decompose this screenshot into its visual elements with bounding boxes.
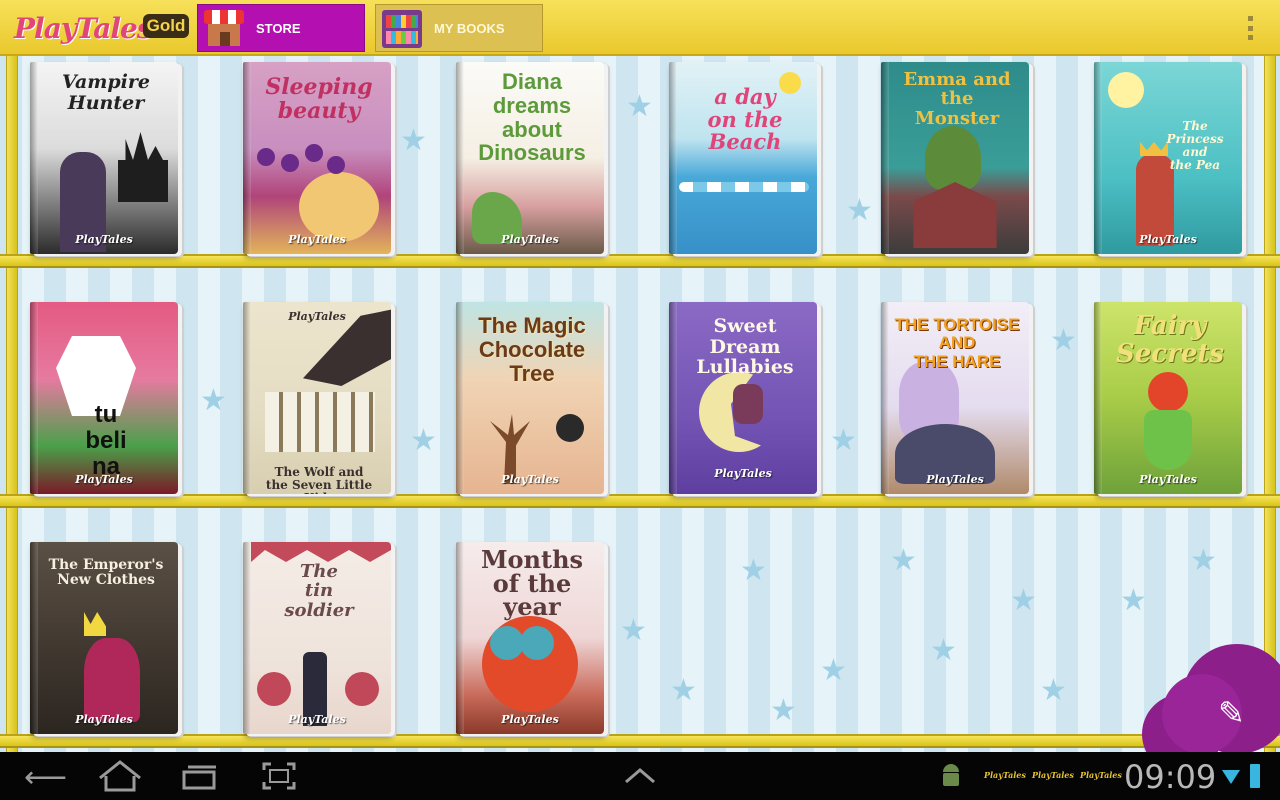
star-decoration: ★	[410, 424, 437, 457]
tab-my-books[interactable]: MY BOOKS	[375, 4, 543, 52]
book-sweet-dream-lullabies[interactable]: Sweet Dream Lullabies PlayTales	[669, 302, 817, 494]
overflow-menu-icon[interactable]	[1248, 16, 1254, 40]
shelf-plank	[0, 494, 1280, 508]
publisher-logo: PlayTales	[75, 233, 133, 246]
publisher-logo: PlayTales	[501, 233, 559, 246]
book-princess-pea[interactable]: The Princess and the Pea PlayTales	[1094, 62, 1242, 254]
publisher-logo: PlayTales	[288, 310, 346, 323]
book-title: The Princess and the Pea	[1166, 119, 1224, 172]
book-tortoise-hare[interactable]: THE TORTOISE AND THE HARE PlayTales	[881, 302, 1029, 494]
bookshelf: ★ ★ ★ ★ ★ ★ ★ ★ ★ ★ ★ ★ ★ ★ ★ ★ ★ ★ Vamp…	[0, 56, 1280, 752]
star-decoration: ★	[1040, 674, 1067, 707]
star-decoration: ★	[830, 424, 857, 457]
playtales-notification: PlayTales	[1032, 770, 1074, 780]
book-title: a day on the Beach	[707, 84, 783, 155]
star-decoration: ★	[740, 554, 767, 587]
system-navigation-bar: ⟵ PlayTales PlayTales PlayTales 09:09	[0, 752, 1280, 800]
publisher-logo: PlayTales	[75, 473, 133, 486]
book-tubelina[interactable]: tu beli na PlayTales	[30, 302, 178, 494]
book-title: Sleeping beauty	[265, 74, 373, 124]
star-decoration: ★	[626, 90, 653, 123]
publisher-logo: PlayTales	[288, 233, 346, 246]
book-diana-dinosaurs[interactable]: Diana dreams about Dinosaurs PlayTales	[456, 62, 604, 254]
book-title: The Emperor's New Clothes	[48, 557, 164, 589]
star-decoration: ★	[1050, 324, 1077, 357]
book-title: tu beli na	[85, 401, 127, 480]
star-decoration: ★	[620, 614, 647, 647]
wifi-icon	[1222, 770, 1240, 784]
book-magic-chocolate-tree[interactable]: The Magic Chocolate Tree PlayTales	[456, 302, 604, 494]
top-action-bar: PlayTales Gold STORE MY BOOKS	[0, 0, 1280, 56]
publisher-logo: PlayTales	[926, 473, 984, 486]
back-icon[interactable]: ⟵	[24, 760, 67, 795]
playtales-notification: PlayTales	[984, 770, 1026, 780]
star-decoration: ★	[1190, 544, 1217, 577]
shelf-plank	[0, 734, 1280, 748]
book-title: Vampire Hunter	[61, 71, 150, 114]
star-decoration: ★	[846, 194, 873, 227]
star-decoration: ★	[1120, 584, 1147, 617]
book-title: The Wolf and the Seven Little Kids	[265, 465, 373, 494]
publisher-logo: PlayTales	[75, 713, 133, 726]
publisher-logo: PlayTales	[1139, 233, 1197, 246]
publisher-logo: PlayTales	[714, 467, 772, 480]
status-clock: 09:09	[1124, 758, 1217, 796]
book-title: Fairy Secrets	[1115, 311, 1225, 370]
star-decoration: ★	[820, 654, 847, 687]
shelf-post-left	[6, 56, 18, 752]
publisher-logo: PlayTales	[1139, 473, 1197, 486]
screenshot-icon[interactable]	[262, 762, 296, 790]
book-title: The Magic Chocolate Tree	[478, 313, 586, 386]
star-decoration: ★	[670, 674, 697, 707]
book-tin-soldier[interactable]: The tin soldier PlayTales	[243, 542, 391, 734]
gold-badge: Gold	[143, 14, 189, 38]
tab-my-books-label: MY BOOKS	[434, 20, 505, 36]
book-title: Emma and the Monster	[903, 69, 1011, 129]
book-title: Sweet Dream Lullabies	[696, 315, 794, 379]
star-decoration: ★	[930, 634, 957, 667]
book-title: The tin soldier	[284, 561, 354, 621]
logo-text: PlayTales	[14, 11, 153, 45]
publisher-logo: PlayTales	[501, 473, 559, 486]
bookshelf-icon	[378, 6, 426, 50]
chevron-up-icon[interactable]	[624, 766, 656, 786]
publisher-logo: PlayTales	[288, 713, 346, 726]
book-title: THE TORTOISE AND THE HARE	[894, 315, 1020, 371]
pencil-icon: ✎	[1218, 695, 1245, 731]
star-decoration: ★	[890, 544, 917, 577]
book-wolf-seven-kids[interactable]: The Wolf and the Seven Little Kids PlayT…	[243, 302, 391, 494]
tab-store-label: STORE	[256, 20, 301, 36]
tab-store[interactable]: STORE	[197, 4, 365, 52]
home-icon[interactable]	[98, 756, 142, 796]
edit-cloud-button[interactable]: ✎	[1142, 644, 1280, 774]
book-day-on-beach[interactable]: a day on the Beach	[669, 62, 817, 254]
app-logo: PlayTales	[14, 8, 153, 48]
android-notification-icon	[943, 764, 959, 786]
book-months-of-the-year[interactable]: Months of the year PlayTales	[456, 542, 604, 734]
store-icon	[200, 6, 248, 50]
battery-icon	[1250, 764, 1260, 788]
playtales-notification: PlayTales	[1080, 770, 1122, 780]
star-decoration: ★	[1010, 584, 1037, 617]
recent-apps-icon[interactable]	[182, 762, 218, 790]
star-decoration: ★	[770, 694, 797, 727]
publisher-logo: PlayTales	[501, 713, 559, 726]
star-decoration: ★	[200, 384, 227, 417]
book-emma-monster[interactable]: Emma and the Monster	[881, 62, 1029, 254]
book-emperors-new-clothes[interactable]: The Emperor's New Clothes PlayTales	[30, 542, 178, 734]
book-fairy-secrets[interactable]: Fairy Secrets PlayTales	[1094, 302, 1242, 494]
book-title: Diana dreams about Dinosaurs	[478, 69, 586, 166]
book-title: Months of the year	[480, 545, 584, 622]
book-sleeping-beauty[interactable]: Sleeping beauty PlayTales	[243, 62, 391, 254]
book-vampire-hunter[interactable]: Vampire Hunter PlayTales	[30, 62, 178, 254]
shelf-plank	[0, 254, 1280, 268]
star-decoration: ★	[400, 124, 427, 157]
